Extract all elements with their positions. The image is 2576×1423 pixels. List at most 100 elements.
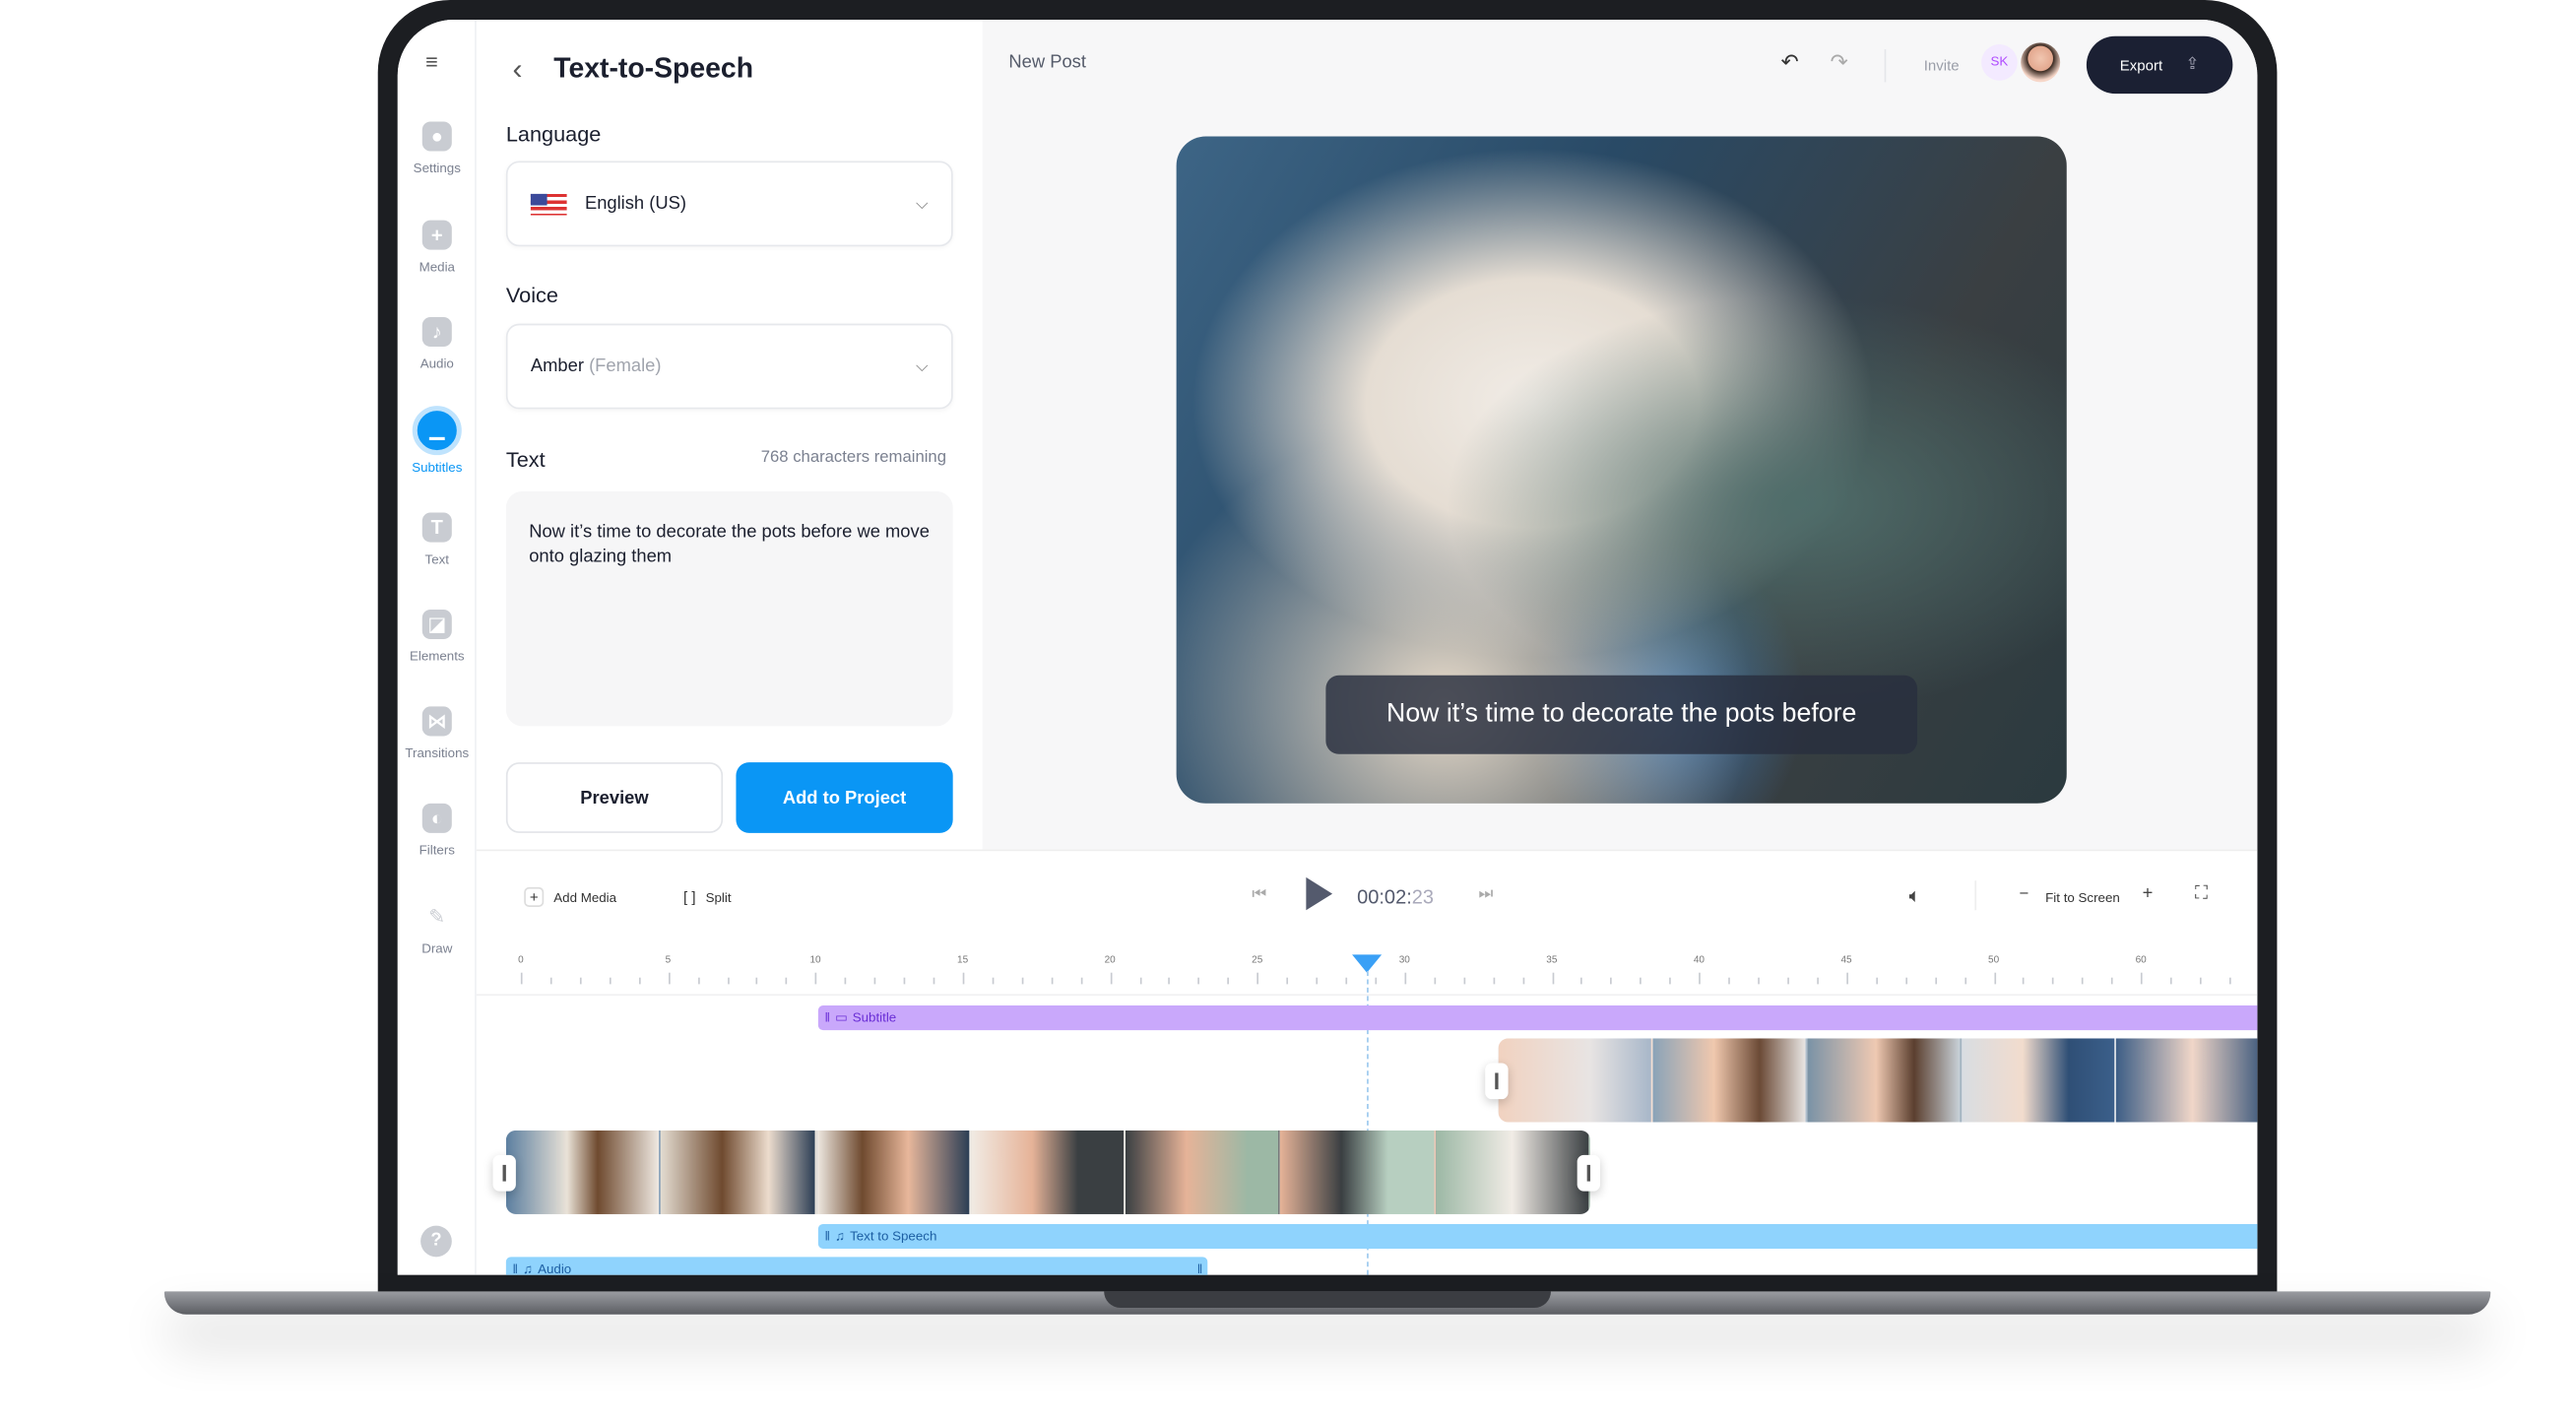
chars-remaining: 768 characters remaining	[760, 448, 946, 467]
ruler-tick	[549, 977, 552, 985]
ruler-tick	[1640, 977, 1642, 985]
zoom-in-icon[interactable]: +	[2143, 884, 2154, 904]
avatar-sk[interactable]: SK	[1981, 44, 2018, 81]
export-button[interactable]: Export ⇪	[2086, 35, 2233, 95]
ruler-tick	[1227, 977, 1230, 985]
ruler-tick	[2082, 977, 2085, 985]
text-label: Text	[505, 446, 546, 472]
voice-name: Amber	[530, 356, 584, 377]
sidebar-item-transitions[interactable]: ⋈ Transitions	[398, 706, 477, 760]
ruler-tick	[1197, 977, 1200, 985]
sidebar-item-text[interactable]: T Text	[398, 512, 477, 567]
divider	[1974, 880, 1977, 911]
ruler-tick	[933, 977, 935, 985]
language-select[interactable]: English (US) ⌵	[505, 161, 953, 247]
ruler-tick	[1875, 977, 1878, 985]
video-preview[interactable]: Now it’s time to decorate the pots befor…	[1176, 136, 2067, 804]
sidebar-item-label: Draw	[421, 940, 453, 957]
undo-icon[interactable]: ↶	[1781, 49, 1799, 76]
split-button[interactable]: [ ] Split	[683, 889, 732, 906]
back-icon[interactable]: ‹	[513, 52, 523, 87]
ruler-tick	[992, 977, 995, 985]
invite-button[interactable]: Invite	[1924, 57, 1960, 74]
tts-track[interactable]: ǁ ♫ Text to Speech	[817, 1223, 2258, 1249]
ruler-tick	[1817, 977, 1819, 985]
ruler-tick	[2170, 977, 2172, 985]
clip-trim-handle-left[interactable]	[492, 1154, 516, 1192]
sidebar-item-label: Subtitles	[412, 460, 463, 476]
settings-icon: ●	[421, 121, 452, 152]
fit-to-screen-button[interactable]: Fit to Screen	[2045, 890, 2120, 905]
elements-icon: ◪	[421, 609, 452, 640]
ruler-label: 20	[1104, 956, 1116, 967]
fullscreen-icon[interactable]: ⛶	[2195, 884, 2208, 906]
chevron-down-icon: ⌵	[915, 356, 929, 376]
ruler-tick	[727, 977, 729, 985]
zoom-out-icon[interactable]: −	[2019, 885, 2029, 903]
add-to-project-button[interactable]: Add to Project	[736, 762, 953, 833]
ruler-tick	[2141, 972, 2143, 985]
subtitle-caption[interactable]: Now it’s time to decorate the pots befor…	[1325, 675, 1918, 754]
skip-back-icon[interactable]: ⏮	[1252, 885, 1266, 903]
subtitle-track-label: Subtitle	[852, 1010, 897, 1026]
export-label: Export	[2119, 56, 2163, 74]
clip-trim-handle-right[interactable]	[1577, 1154, 1601, 1192]
time-display: 00:02:23	[1357, 885, 1434, 908]
ruler-label: 25	[1252, 956, 1263, 967]
menu-icon[interactable]: ≡	[425, 49, 438, 74]
ruler-tick	[579, 977, 582, 985]
video-clip-1[interactable]	[505, 1130, 1590, 1214]
chevron-down-icon: ⌵	[915, 194, 929, 214]
preview-area: New Post ↶ ↷ Invite SK Export ⇪ Now it’s…	[982, 20, 2258, 850]
ruler-tick	[1846, 972, 1848, 985]
timeline: + Add Media [ ] Split ⏮ 00:02:23 ⏭ 🔈︎ − …	[476, 849, 2258, 1275]
ruler-tick	[1021, 977, 1024, 985]
help-icon[interactable]: ?	[420, 1225, 452, 1258]
add-media-button[interactable]: + Add Media	[524, 886, 616, 907]
sidebar-item-audio[interactable]: ♪ Audio	[398, 317, 477, 371]
sidebar-item-draw[interactable]: ✎ Draw	[398, 902, 477, 956]
ruler-tick	[1110, 972, 1112, 985]
skip-forward-icon[interactable]: ⏭	[1479, 885, 1494, 903]
ruler-tick	[1699, 972, 1702, 985]
sidebar-item-elements[interactable]: ◪ Elements	[398, 609, 477, 664]
audio-trim-handle[interactable]: ǁ	[1197, 1261, 1203, 1274]
tts-text-input[interactable]: Now it’s time to decorate the pots befor…	[505, 490, 953, 727]
redo-icon[interactable]: ↷	[1831, 49, 1848, 76]
playhead-handle[interactable]	[1351, 954, 1382, 973]
ruler-tick	[1758, 977, 1760, 985]
music-icon: ♫	[835, 1228, 846, 1244]
us-flag-icon	[530, 193, 567, 215]
avatar-user[interactable]	[2021, 42, 2061, 83]
preview-button[interactable]: Preview	[505, 762, 724, 833]
audio-track[interactable]: ǁ ♫ Audio ǁ	[505, 1257, 1208, 1275]
ruler-tick	[786, 977, 788, 985]
sidebar-item-settings[interactable]: ● Settings	[398, 121, 477, 176]
sidebar-item-subtitles[interactable]: ▁ Subtitles	[398, 406, 477, 475]
clip-trim-handle[interactable]	[1485, 1063, 1509, 1100]
voice-select[interactable]: Amber (Female) ⌵	[505, 323, 953, 410]
ruler-tick	[1080, 977, 1082, 985]
volume-icon[interactable]: 🔈︎	[1909, 884, 1921, 909]
transitions-icon: ⋈	[421, 706, 452, 737]
play-icon[interactable]	[1306, 876, 1333, 911]
sidebar-item-media[interactable]: + Media	[398, 220, 477, 275]
subtitle-track[interactable]: ǁ ▭ Subtitle	[817, 1005, 2258, 1031]
split-icon: [ ]	[683, 888, 696, 906]
ruler-tick	[873, 977, 876, 985]
plus-icon: +	[421, 220, 452, 250]
ruler-tick	[697, 977, 700, 985]
ruler-tick	[1168, 977, 1171, 985]
ruler-tick	[1934, 977, 1937, 985]
sidebar-item-label: Media	[419, 259, 455, 275]
sidebar-item-label: Filters	[419, 842, 455, 858]
video-clip-2[interactable]	[1498, 1038, 2258, 1123]
sidebar-item-filters[interactable]: ◐ Filters	[398, 803, 477, 858]
ruler-tick	[1580, 977, 1583, 985]
time-frames: 23	[1411, 885, 1435, 909]
ruler-tick	[2111, 977, 2113, 985]
ruler-tick	[815, 972, 817, 985]
music-icon: ♪	[421, 317, 452, 348]
music-icon: ♫	[523, 1261, 534, 1275]
ruler-tick	[609, 977, 612, 985]
